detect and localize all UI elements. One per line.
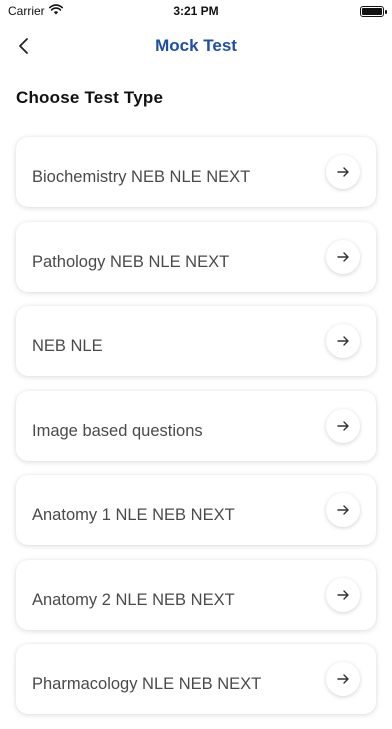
test-type-label: Anatomy 2 NLE NEB NEXT [32, 590, 235, 609]
arrow-right-button[interactable] [326, 493, 360, 527]
test-type-label: Pathology NEB NLE NEXT [32, 252, 230, 271]
test-type-list: Biochemistry NEB NLE NEXT Pathology NEB … [16, 137, 376, 729]
arrow-right-button[interactable] [326, 662, 360, 696]
battery-icon [360, 5, 387, 17]
test-type-label: NEB NLE [32, 337, 103, 355]
chevron-left-icon [19, 38, 28, 54]
page-title: Mock Test [155, 36, 237, 55]
arrow-right-button[interactable] [326, 324, 360, 358]
test-type-label: Pharmacology NLE NEB NEXT [32, 675, 262, 693]
nav-bar: Mock Test [0, 24, 392, 68]
arrow-right-button[interactable] [326, 577, 360, 612]
arrow-right-button[interactable] [326, 155, 360, 189]
test-type-item[interactable]: Anatomy 2 NLE NEB NEXT [16, 559, 376, 630]
arrow-right-button[interactable] [326, 408, 360, 443]
arrow-right-icon [337, 420, 349, 431]
status-left: Carrier [8, 4, 63, 18]
test-type-label: Anatomy 1 NLE NEB NEXT [32, 506, 235, 524]
arrow-right-button[interactable] [326, 239, 360, 274]
test-type-item[interactable]: Biochemistry NEB NLE NEXT [16, 137, 376, 207]
wifi-icon [48, 4, 63, 18]
arrow-right-icon [337, 336, 349, 346]
arrow-right-icon [337, 589, 349, 600]
test-type-item[interactable]: Anatomy 1 NLE NEB NEXT [16, 475, 376, 545]
section-title: Choose Test Type [16, 88, 164, 107]
test-type-item[interactable]: Image based questions [16, 390, 376, 461]
arrow-right-icon [337, 251, 349, 262]
arrow-right-icon [337, 674, 349, 684]
test-type-label: Image based questions [32, 421, 203, 440]
test-type-item[interactable]: Pharmacology NLE NEB NEXT [16, 644, 376, 714]
carrier-label: Carrier [8, 4, 45, 18]
test-type-item[interactable]: NEB NLE [16, 306, 376, 376]
test-type-item[interactable]: Pathology NEB NLE NEXT [16, 221, 376, 292]
test-type-label: Biochemistry NEB NLE NEXT [32, 168, 251, 186]
status-right [360, 5, 387, 17]
status-bar: Carrier 3:21 PM [0, 0, 392, 22]
arrow-right-icon [337, 167, 349, 177]
back-button[interactable] [8, 30, 40, 62]
arrow-right-icon [337, 505, 349, 515]
